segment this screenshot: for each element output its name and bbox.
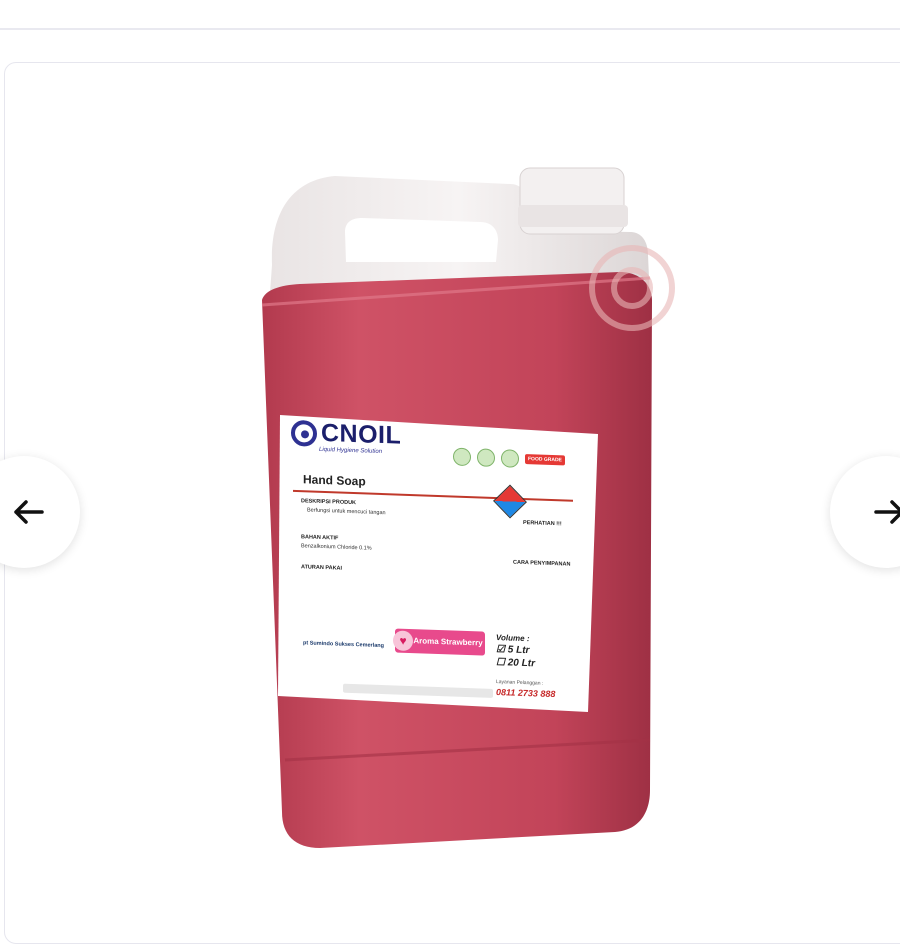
heart-icon: ♥ <box>393 630 413 652</box>
volume-block: Volume : ☑ 5 Ltr ☐ 20 Ltr <box>496 633 535 671</box>
cnoil-logo-icon <box>291 419 317 447</box>
product-name: Hand Soap <box>303 472 366 489</box>
ingredients-text: Benzalkonium Chloride 0.1% <box>301 543 372 552</box>
aroma-badge: ♥ Aroma Strawberry <box>393 628 485 656</box>
customer-service-label: Layanan Pelanggan : <box>496 679 544 687</box>
arrow-right-icon <box>874 500 900 524</box>
aroma-label: Aroma Strawberry <box>413 635 483 648</box>
social-media-bar <box>343 683 493 698</box>
volume-option-1: ☑ 5 Ltr <box>496 644 530 657</box>
usage-title: ATURAN PAKAI <box>301 564 343 572</box>
ingredients-title: BAHAN AKTIF <box>301 534 339 542</box>
product-label: CNOIL Liquid Hygiene Solution FOOD GRADE… <box>283 412 593 713</box>
halal-icon <box>453 447 471 467</box>
hazard-diamond-icon <box>493 484 527 519</box>
brand-tagline: Liquid Hygiene Solution <box>319 446 383 456</box>
food-grade-badge: FOOD GRADE <box>525 454 565 466</box>
brand-name: CNOIL <box>321 418 402 450</box>
eco-icon <box>477 448 495 467</box>
volume-option-2: ☐ 20 Ltr <box>496 657 535 670</box>
customer-service-phone: 0811 2733 888 <box>496 687 556 700</box>
manufacturer-name: pt Sumindo Sukses Cemerlang <box>303 640 384 650</box>
description-title: DESKRIPSI PRODUK <box>301 498 357 507</box>
certification-badges: FOOD GRADE <box>453 447 565 470</box>
description-text: Berfungsi untuk mencuci tangan <box>307 507 386 517</box>
volume-option-1-label: 5 Ltr <box>507 644 530 657</box>
arrow-left-icon <box>14 500 44 524</box>
warning-title: PERHATIAN !!! <box>523 519 562 528</box>
kemenkes-icon <box>501 449 519 468</box>
volume-option-2-label: 20 Ltr <box>507 657 535 670</box>
storage-title: CARA PENYIMPANAN <box>513 559 571 568</box>
brand-logo: CNOIL <box>291 418 401 451</box>
